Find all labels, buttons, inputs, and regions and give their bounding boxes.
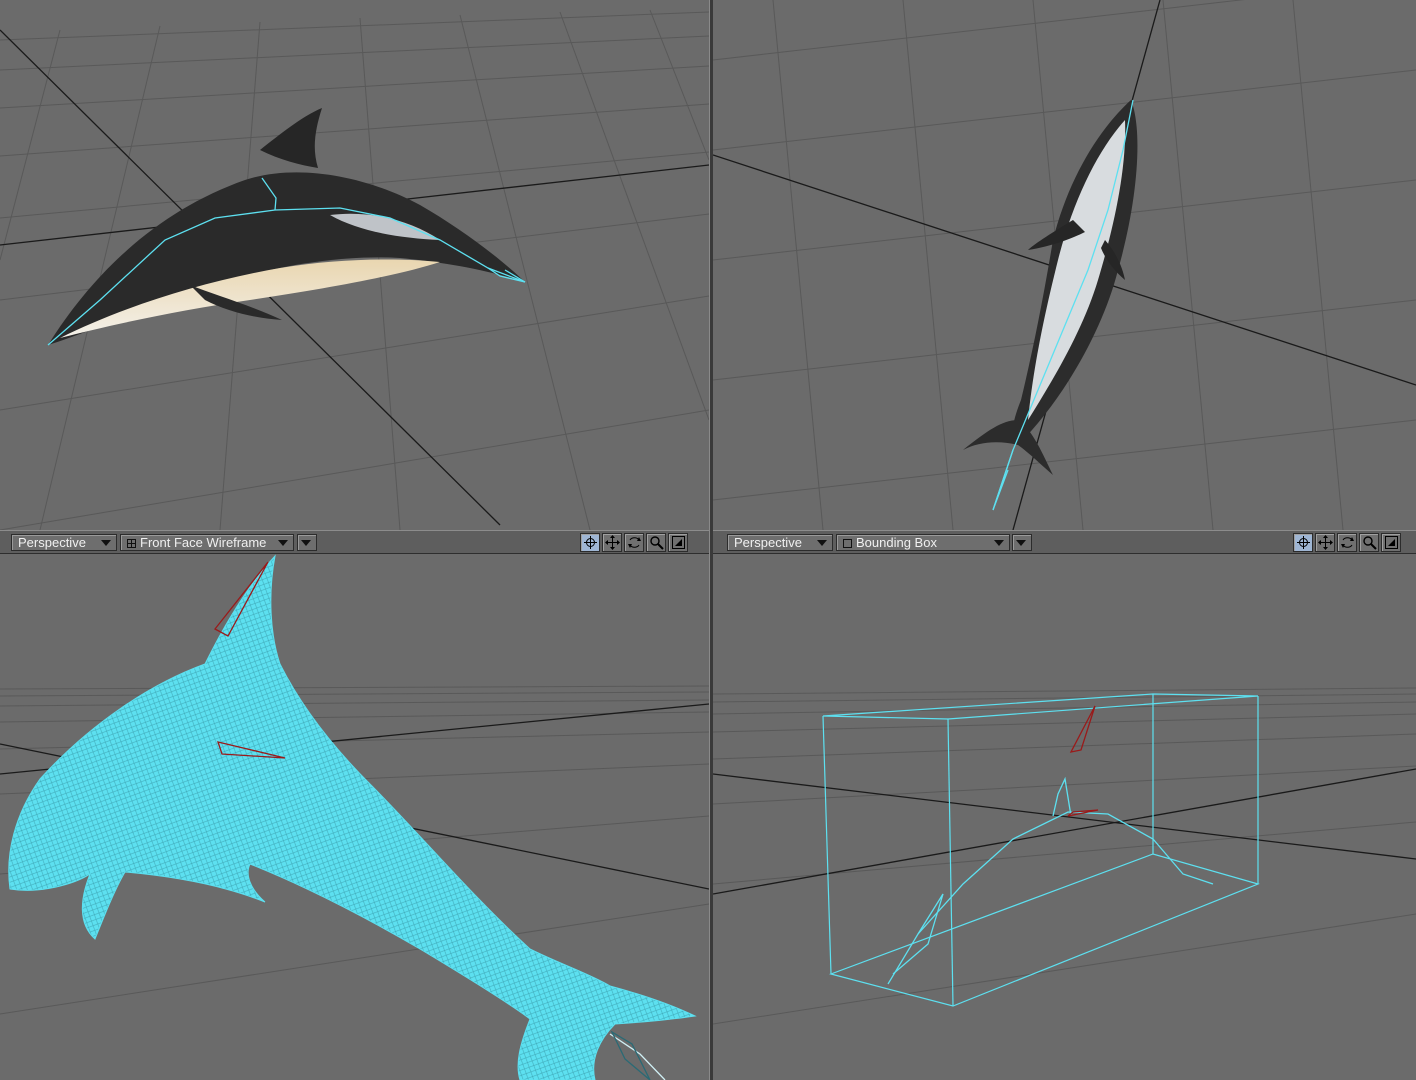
maximize-button[interactable] [668, 533, 688, 552]
rotate-button[interactable] [1337, 533, 1357, 552]
zoom-icon [649, 536, 664, 550]
chevron-down-icon [101, 540, 111, 546]
render-mode-dropdown[interactable]: Bounding Box [836, 534, 1010, 551]
view-type-dropdown[interactable]: Perspective [11, 534, 117, 551]
dolphin-topdown [963, 100, 1138, 475]
zoom-button[interactable] [646, 533, 666, 552]
viewport-top-right[interactable] [713, 0, 1416, 530]
viewport-toolbar-left: Perspective Front Face Wireframe [0, 530, 709, 554]
view-tools-left [580, 533, 688, 552]
maximize-icon [1384, 536, 1398, 549]
render-mode-label: Front Face Wireframe [140, 535, 267, 550]
chevron-down-icon [817, 540, 827, 546]
scene-top-left [0, 9, 709, 530]
rotate-icon [1340, 537, 1354, 548]
scene-top-right [713, 0, 1416, 530]
move-button[interactable] [1315, 533, 1335, 552]
zoom-icon [1362, 536, 1377, 550]
scene-bottom-left [0, 554, 709, 1080]
ground-grid [713, 687, 1416, 1025]
center-button[interactable] [1293, 533, 1313, 552]
view-type-dropdown[interactable]: Perspective [727, 534, 833, 551]
scene-bottom-right [713, 687, 1416, 1025]
render-mode-label: Bounding Box [856, 535, 937, 550]
center-button[interactable] [580, 533, 600, 552]
bounding-box [822, 693, 1260, 1007]
render-mode-dropdown[interactable]: Front Face Wireframe [120, 534, 294, 551]
maximize-icon [671, 536, 685, 549]
render-options-dropdown[interactable] [1012, 534, 1032, 551]
move-button[interactable] [602, 533, 622, 552]
move-icon [604, 535, 620, 550]
view-type-label: Perspective [734, 535, 802, 550]
viewport-toolbar-right: Perspective Bounding Box [713, 530, 1416, 554]
dolphin-wireframe [8, 554, 697, 1080]
move-icon [1317, 535, 1333, 550]
viewport-bottom-right[interactable] [713, 554, 1416, 1080]
center-icon [583, 536, 597, 549]
zoom-button[interactable] [1359, 533, 1379, 552]
chevron-down-icon [278, 540, 288, 546]
chevron-down-icon [994, 540, 1004, 546]
center-icon [1296, 536, 1310, 549]
view-tools-right [1293, 533, 1401, 552]
chevron-down-icon [301, 540, 311, 546]
viewport-top-left[interactable] [0, 0, 709, 530]
empty-square-icon [843, 539, 852, 548]
dolphin-textured [48, 108, 525, 345]
rotate-button[interactable] [624, 533, 644, 552]
chevron-down-icon [1016, 540, 1026, 546]
grid-square-icon [127, 539, 136, 548]
rotate-icon [627, 537, 641, 548]
render-options-dropdown[interactable] [297, 534, 317, 551]
view-type-label: Perspective [18, 535, 86, 550]
skeleton-bones [887, 705, 1214, 985]
maximize-button[interactable] [1381, 533, 1401, 552]
viewport-bottom-left[interactable] [0, 554, 709, 1080]
